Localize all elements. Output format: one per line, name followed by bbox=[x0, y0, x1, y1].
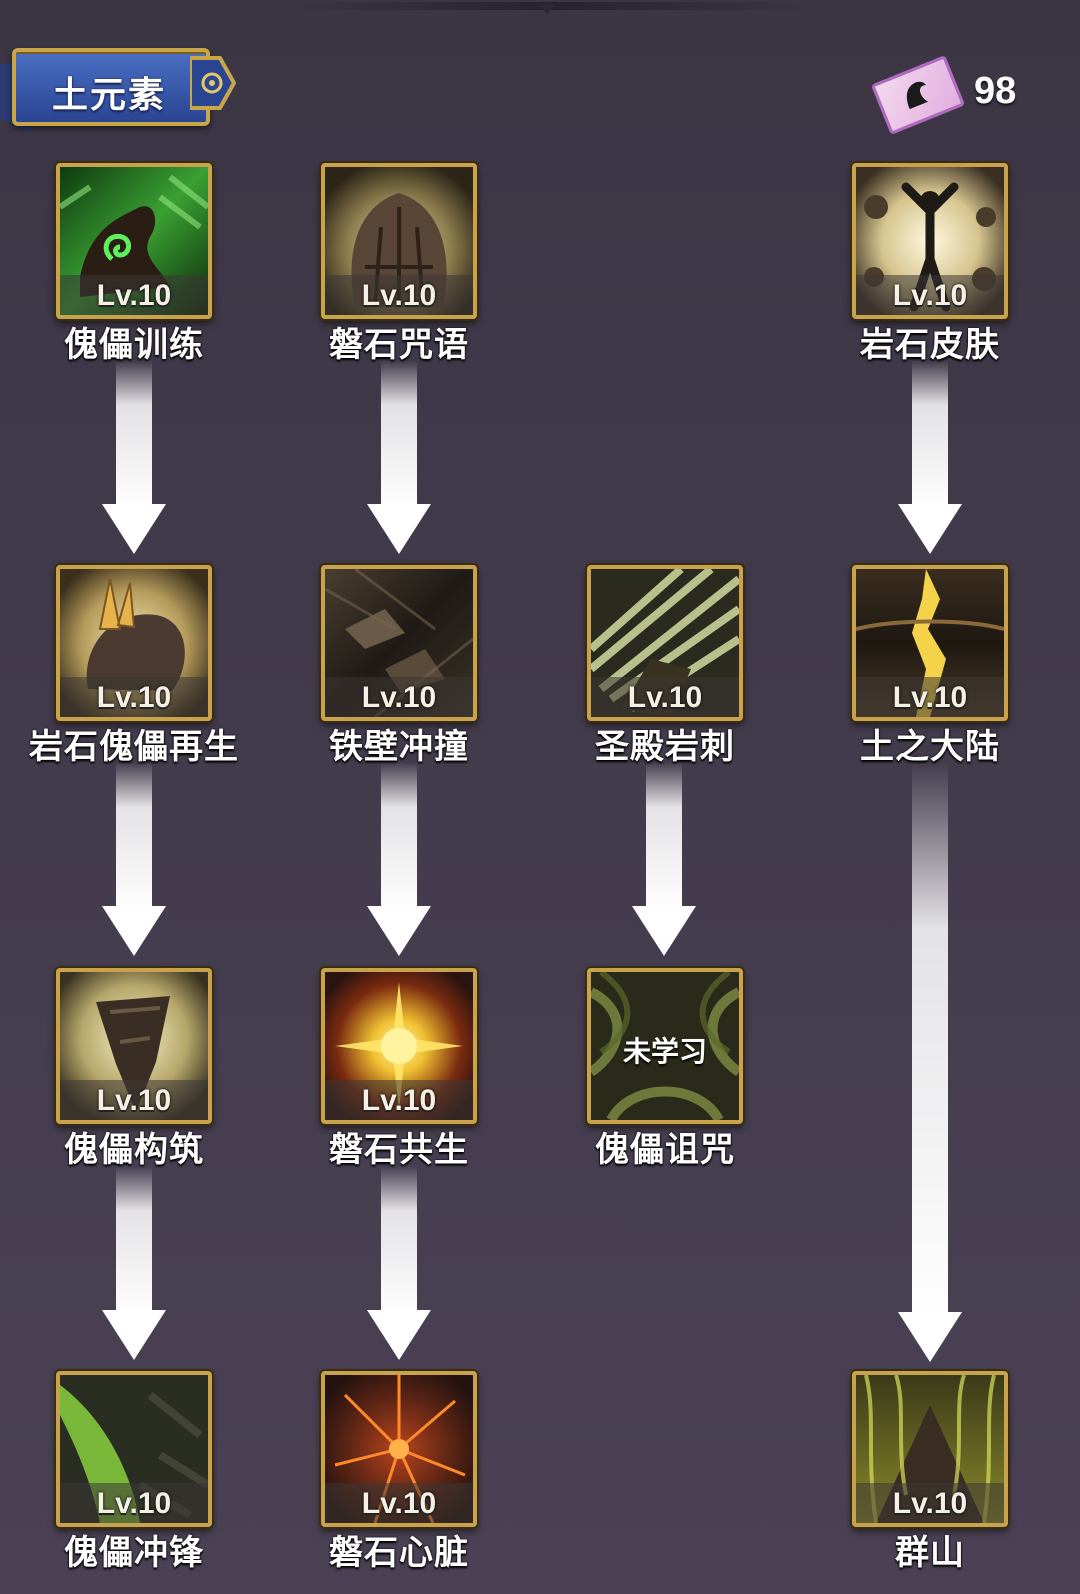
skill-node-rock-skin[interactable]: Lv.10 岩石皮肤 bbox=[852, 163, 1008, 364]
skill-level: Lv.10 bbox=[361, 681, 437, 714]
skill-level: Lv.10 bbox=[892, 681, 968, 714]
arrow-s2-s5 bbox=[367, 360, 431, 554]
skill-level: Lv.10 bbox=[361, 1084, 437, 1117]
skill-node-golem-charge[interactable]: Lv.10 傀儡冲锋 bbox=[56, 1371, 212, 1572]
skill-icon-frame: Lv.10 bbox=[852, 565, 1008, 721]
skill-level: Lv.10 bbox=[96, 681, 172, 714]
skill-name: 傀儡诅咒 bbox=[595, 1131, 735, 1169]
skill-icon-frame: Lv.10 bbox=[587, 565, 743, 721]
top-divider bbox=[290, 2, 810, 10]
arrow-s4-s8 bbox=[102, 762, 166, 956]
skill-icon-frame: Lv.10 bbox=[56, 565, 212, 721]
arrow-s8-s11 bbox=[102, 1166, 166, 1360]
skill-icon-frame: Lv.10 bbox=[852, 163, 1008, 319]
arrow-s6-s10 bbox=[632, 762, 696, 956]
skill-icon-frame: Lv.10 bbox=[321, 1371, 477, 1527]
skill-icon-frame: Lv.10 bbox=[852, 1371, 1008, 1527]
skill-card-icon bbox=[870, 54, 966, 136]
skill-name: 磐石心脏 bbox=[329, 1534, 469, 1572]
arrow-s3-s7 bbox=[898, 360, 962, 554]
skill-name: 圣殿岩刺 bbox=[595, 728, 735, 766]
skill-level: Lv.10 bbox=[361, 279, 437, 312]
skill-level: Lv.10 bbox=[96, 1084, 172, 1117]
skill-node-rock-heart[interactable]: Lv.10 磐石心脏 bbox=[321, 1371, 477, 1572]
skill-node-golem-curse[interactable]: 未学习 傀儡诅咒 bbox=[587, 968, 743, 1169]
skill-points-counter: 98 bbox=[870, 54, 1062, 138]
skill-level: Lv.10 bbox=[96, 1487, 172, 1520]
skill-node-iron-wall-charge[interactable]: Lv.10 铁壁冲撞 bbox=[321, 565, 477, 766]
skill-node-rock-golem-regen[interactable]: Lv.10 岩石傀儡再生 bbox=[29, 565, 238, 766]
skill-name: 磐石咒语 bbox=[329, 326, 469, 364]
skill-name: 傀儡构筑 bbox=[64, 1131, 204, 1169]
skill-name: 岩石皮肤 bbox=[860, 326, 1000, 364]
skill-icon-frame: Lv.10 bbox=[321, 163, 477, 319]
skill-name: 群山 bbox=[895, 1534, 965, 1572]
skill-points-value: 98 bbox=[974, 70, 1017, 112]
ornament-icon bbox=[190, 56, 236, 110]
arrow-s7-s13 bbox=[898, 762, 962, 1362]
skill-name: 傀儡冲锋 bbox=[64, 1534, 204, 1572]
skill-node-golem-training[interactable]: Lv.10 傀儡训练 bbox=[56, 163, 212, 364]
skill-node-mountains[interactable]: Lv.10 群山 bbox=[852, 1371, 1008, 1572]
skill-name: 岩石傀儡再生 bbox=[29, 728, 239, 766]
skill-icon-frame: Lv.10 bbox=[56, 163, 212, 319]
skill-name: 铁壁冲撞 bbox=[329, 728, 469, 766]
skill-icon-frame: Lv.10 bbox=[321, 968, 477, 1124]
skill-node-golem-construct[interactable]: Lv.10 傀儡构筑 bbox=[56, 968, 212, 1169]
skill-node-rock-incantation[interactable]: Lv.10 磐石咒语 bbox=[321, 163, 477, 364]
skill-level: Lv.10 bbox=[96, 279, 172, 312]
arrow-s5-s9 bbox=[367, 762, 431, 956]
skill-name: 傀儡训练 bbox=[64, 326, 204, 364]
skill-level: Lv.10 bbox=[892, 279, 968, 312]
skill-level: Lv.10 bbox=[892, 1487, 968, 1520]
unlearned-label: 未学习 bbox=[622, 1036, 707, 1067]
skill-level: Lv.10 bbox=[361, 1487, 437, 1520]
arrow-s9-s12 bbox=[367, 1166, 431, 1360]
page-title: 土元素 bbox=[52, 74, 167, 115]
element-title-banner: 土元素 bbox=[0, 44, 240, 132]
skill-name: 土之大陆 bbox=[860, 728, 1000, 766]
skill-name: 磐石共生 bbox=[329, 1131, 469, 1169]
skill-node-temple-rock-spike[interactable]: Lv.10 圣殿岩刺 bbox=[587, 565, 743, 766]
skill-icon-frame: 未学习 bbox=[587, 968, 743, 1124]
skill-icon-frame: Lv.10 bbox=[56, 968, 212, 1124]
skill-icon-frame: Lv.10 bbox=[56, 1371, 212, 1527]
skill-level: Lv.10 bbox=[627, 681, 703, 714]
skill-node-rock-symbiosis[interactable]: Lv.10 磐石共生 bbox=[321, 968, 477, 1169]
arrow-s1-s4 bbox=[102, 360, 166, 554]
skill-icon-frame: Lv.10 bbox=[321, 565, 477, 721]
skill-node-earth-continent[interactable]: Lv.10 土之大陆 bbox=[852, 565, 1008, 766]
